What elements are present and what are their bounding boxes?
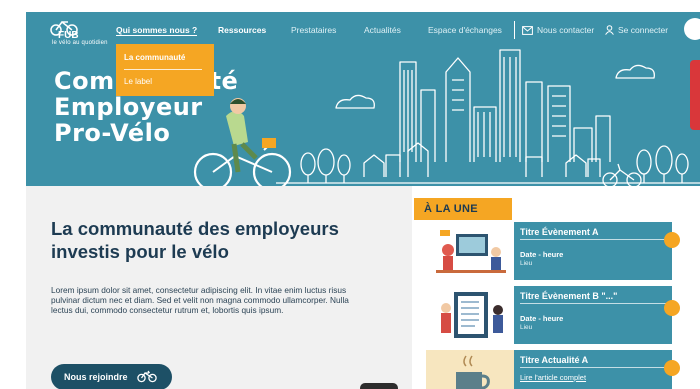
nav-espace-echanges[interactable]: Espace d'échanges xyxy=(428,25,502,35)
card-title: Titre Évènement A xyxy=(520,227,599,237)
logo-tagline: le vélo au quotidien xyxy=(52,40,108,46)
bike-icon xyxy=(137,370,157,383)
nav-dropdown-menu: La communauté Le label xyxy=(116,44,214,96)
intro-title: La communauté des employeurs investis po… xyxy=(51,218,339,262)
card-date: Date - heure xyxy=(520,314,564,323)
hero-title-line-2: Employeur xyxy=(54,93,203,121)
calendar-icon[interactable] xyxy=(664,300,680,316)
calendar-icon[interactable] xyxy=(664,360,680,376)
dropdown-item-communaute[interactable]: La communauté xyxy=(124,53,185,62)
checklist-illustration xyxy=(441,292,503,338)
card-body: Titre Actualité A Lire l'article complet xyxy=(514,350,672,389)
card-date: Date - heure xyxy=(520,250,564,259)
card-divider xyxy=(520,239,666,240)
card-body: Titre Évènement B "..." Date - heure Lie… xyxy=(514,286,672,344)
nav-divider xyxy=(514,21,515,39)
side-feedback-tab[interactable] xyxy=(690,60,700,130)
calendar-icon[interactable] xyxy=(664,232,680,248)
news-card[interactable]: Titre Évènement B "..." Date - heure Lie… xyxy=(426,286,672,344)
card-title: Titre Évènement B "..." xyxy=(520,291,618,301)
card-illustration xyxy=(426,222,514,280)
card-divider xyxy=(520,303,666,304)
join-button-label: Nous rejoindre xyxy=(64,372,128,382)
une-label-text: À LA UNE xyxy=(424,203,478,215)
card-illustration xyxy=(426,350,514,389)
card-place: Lieu xyxy=(520,260,533,267)
scroll-indicator[interactable] xyxy=(360,383,398,389)
intro-text: Lorem ipsum dolor sit amet, consectetur … xyxy=(51,285,349,316)
mail-icon xyxy=(522,26,533,35)
news-card[interactable]: Titre Actualité A Lire l'article complet xyxy=(426,350,672,389)
nav-ressources[interactable]: Ressources xyxy=(218,25,266,35)
card-illustration xyxy=(426,286,514,344)
login-link[interactable]: Se connecter xyxy=(618,25,668,35)
news-card[interactable]: Titre Évènement A Date - heure Lieu xyxy=(426,222,672,280)
page: FUB le vélo au quotidien Qui sommes nous… xyxy=(0,0,700,389)
coffee-illustration xyxy=(456,355,490,389)
hero-title-line-3: Pro-Vélo xyxy=(54,119,171,147)
join-button[interactable]: Nous rejoindre xyxy=(51,364,172,389)
dropdown-item-label[interactable]: Le label xyxy=(124,77,152,86)
card-place: Lieu xyxy=(520,324,533,331)
dropdown-divider xyxy=(124,69,202,70)
card-divider xyxy=(520,367,666,368)
contact-link[interactable]: Nous contacter xyxy=(537,25,594,35)
card-body: Titre Évènement A Date - heure Lieu xyxy=(514,222,672,280)
nav-prestataires[interactable]: Prestataires xyxy=(291,25,336,35)
une-label: À LA UNE xyxy=(414,198,512,220)
read-article-link[interactable]: Lire l'article complet xyxy=(520,373,586,382)
nav-actualites[interactable]: Actualités xyxy=(364,25,401,35)
meeting-illustration xyxy=(436,230,506,273)
accessibility-button[interactable] xyxy=(684,18,700,40)
nav-qui-sommes-nous[interactable]: Qui sommes nous ? xyxy=(116,25,198,36)
card-title: Titre Actualité A xyxy=(520,355,589,365)
user-icon xyxy=(605,25,614,35)
